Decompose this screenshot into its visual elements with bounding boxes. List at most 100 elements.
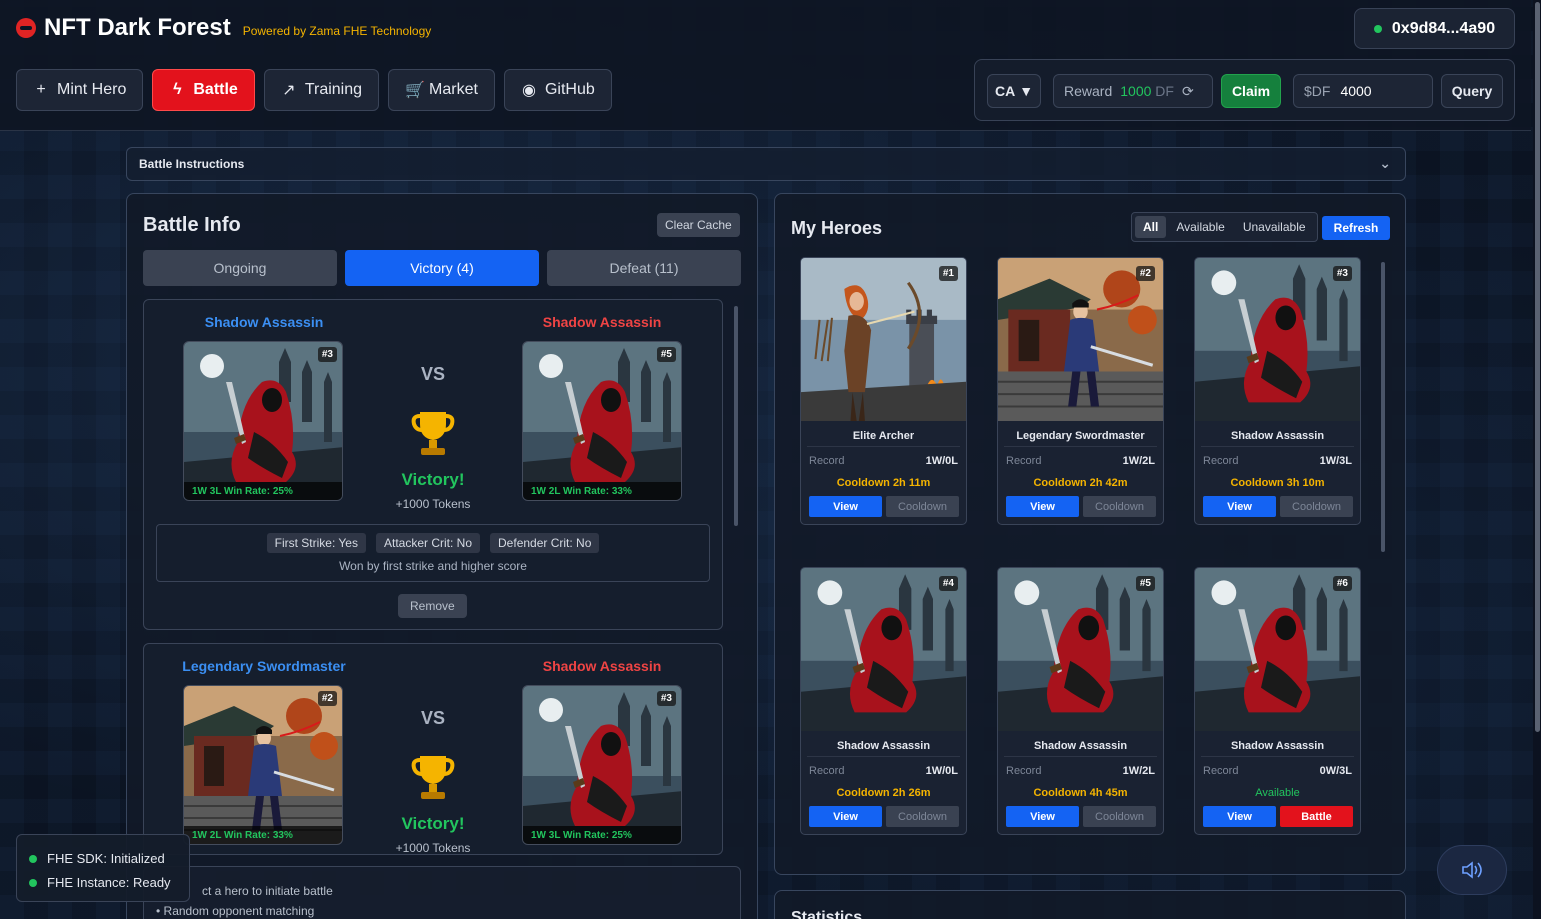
hero-id-badge: #3 (317, 347, 337, 362)
sdf-label: $DF (1304, 83, 1331, 99)
battle-list-scrollbar[interactable] (734, 306, 738, 526)
attacker-image: #2 1W 2L Win Rate: 33% (183, 685, 343, 845)
hero-name: Elite Archer (852, 430, 915, 442)
battle-button[interactable]: Battle (1280, 806, 1353, 827)
ca-label: CA (994, 83, 1016, 99)
defender-crit-chip: Defender Crit: No (490, 533, 600, 553)
hero-name: Legendary Swordmaster (1016, 430, 1145, 442)
tab-ongoing[interactable]: Ongoing (143, 250, 337, 286)
view-button[interactable]: View (1203, 806, 1276, 827)
hero-image (1195, 258, 1360, 421)
hero-card[interactable]: #2 Legendary Swordmaster Record 1W/2L Co… (997, 257, 1164, 525)
battle-info-panel: Battle Info Clear Cache Ongoing Victory … (126, 193, 758, 919)
victory-label: Victory! (401, 470, 465, 489)
filter-unavailable[interactable]: Unavailable (1235, 216, 1314, 238)
nav-mint-hero[interactable]: + Mint Hero (16, 69, 144, 111)
hero-image (1195, 568, 1360, 731)
view-button[interactable]: View (809, 496, 882, 517)
hero-id-badge: #1 (938, 266, 958, 281)
nav-label: Market (429, 81, 478, 98)
heroes-scrollbar[interactable] (1381, 262, 1385, 552)
tokens-earned: +1000 Tokens (395, 841, 471, 855)
filter-all[interactable]: All (1135, 216, 1167, 238)
speaker-icon (1462, 861, 1482, 879)
my-heroes-title: My Heroes (791, 218, 883, 238)
ca-dropdown[interactable]: CA ▼ (987, 74, 1041, 108)
view-button[interactable]: View (1203, 496, 1276, 517)
fhe-instance-status: FHE Instance: Ready (47, 875, 171, 890)
hero-card[interactable]: #1 Elite Archer Record 1W/0L Cooldown 2h… (800, 257, 967, 525)
hero-id-badge: #6 (1332, 576, 1352, 591)
cart-icon: 🛒 (405, 82, 425, 99)
hero-image (801, 258, 966, 421)
vs-label: VS (420, 708, 445, 728)
nav-battle[interactable]: ϟ Battle (152, 69, 255, 111)
wallet-address: 0x9d84...4a90 (1391, 19, 1496, 37)
view-button[interactable]: View (1006, 496, 1079, 517)
first-strike-chip: First Strike: Yes (266, 533, 366, 553)
nav-market[interactable]: 🛒 Market (388, 69, 495, 111)
battle-instructions-toggle[interactable]: Battle Instructions ⌄ (126, 147, 1406, 181)
battle-details: First Strike: Yes Attacker Crit: No Defe… (156, 524, 710, 582)
sdf-input[interactable]: $DF 4000 (1293, 74, 1433, 108)
attacker-crit-chip: Attacker Crit: No (375, 533, 481, 553)
status-dot-icon (29, 855, 37, 863)
divider (1004, 446, 1157, 447)
wallet-button[interactable]: 0x9d84...4a90 (1354, 8, 1515, 49)
win-rate: 1W 3L Win Rate: 25% (184, 482, 342, 500)
divider (1004, 756, 1157, 757)
victory-label: Victory! (401, 814, 465, 833)
battle-hints: ct a hero to initiate battle • Random op… (143, 866, 741, 919)
hero-id-badge: #2 (317, 691, 337, 706)
win-rate: 1W 2L Win Rate: 33% (184, 826, 342, 844)
battle-info-title: Battle Info (143, 214, 241, 236)
record-label: Record (809, 765, 845, 777)
hero-id-badge: #3 (1332, 266, 1352, 281)
record-label: Record (1006, 455, 1042, 467)
trophy-icon (383, 752, 483, 807)
hero-status: Cooldown 3h 10m (1230, 477, 1325, 489)
query-button[interactable]: Query (1441, 74, 1503, 108)
filter-available[interactable]: Available (1168, 216, 1232, 238)
record-value: 1W/3L (1319, 455, 1352, 467)
hero-status: Cooldown 2h 42m (1033, 477, 1128, 489)
claim-button[interactable]: Claim (1221, 74, 1281, 108)
hero-card[interactable]: #5 Shadow Assassin Record 1W/2L Cooldown… (997, 567, 1164, 835)
record-value: 1W/2L (1122, 765, 1155, 777)
cooldown-button: Cooldown (1083, 496, 1156, 517)
nav-training[interactable]: ↗ Training (263, 69, 380, 111)
hero-name: Shadow Assassin (1230, 740, 1325, 752)
battle-card: Legendary Swordmaster Shadow Assassin #2… (143, 643, 723, 855)
cooldown-button: Cooldown (1280, 496, 1353, 517)
clear-cache-button[interactable]: Clear Cache (657, 213, 740, 237)
record-label: Record (1203, 765, 1239, 777)
attacker-image: #3 1W 3L Win Rate: 25% (183, 341, 343, 501)
token-controls: CA ▼ Reward 1000 DF ⟳ Claim $DF 4000 Que… (974, 59, 1515, 121)
reward-unit: DF (1155, 83, 1174, 99)
sound-toggle-button[interactable] (1437, 845, 1507, 895)
tab-defeat[interactable]: Defeat (11) (547, 250, 741, 286)
nav-github[interactable]: ◉ GitHub (503, 69, 612, 111)
hero-card[interactable]: #4 Shadow Assassin Record 1W/0L Cooldown… (800, 567, 967, 835)
hero-card[interactable]: #3 Shadow Assassin Record 1W/3L Cooldown… (1194, 257, 1361, 525)
view-button[interactable]: View (1006, 806, 1079, 827)
app-title: NFT Dark Forest (44, 14, 231, 41)
view-button[interactable]: View (809, 806, 882, 827)
chevron-down-icon: ⌄ (1379, 155, 1391, 171)
main-nav: + Mint Hero ϟ Battle ↗ Training 🛒 Market… (16, 69, 612, 111)
refresh-icon[interactable]: ⟳ (1182, 83, 1194, 100)
record-label: Record (1203, 455, 1239, 467)
statistics-title: Statistics (791, 909, 863, 919)
statistics-panel: Statistics (774, 890, 1406, 919)
battle-tabs: Ongoing Victory (4) Defeat (11) (143, 250, 741, 286)
refresh-button[interactable]: Refresh (1322, 216, 1390, 240)
hero-card[interactable]: #6 Shadow Assassin Record 0W/3L Availabl… (1194, 567, 1361, 835)
win-rate: 1W 3L Win Rate: 25% (523, 826, 681, 844)
connected-dot-icon (1373, 24, 1382, 33)
remove-button[interactable]: Remove (398, 594, 467, 618)
record-value: 1W/0L (925, 765, 958, 777)
logo-icon (16, 18, 36, 38)
page-scrollbar[interactable] (1535, 2, 1540, 732)
hero-status: Cooldown 2h 11m (836, 477, 931, 489)
tab-victory[interactable]: Victory (4) (345, 250, 539, 286)
